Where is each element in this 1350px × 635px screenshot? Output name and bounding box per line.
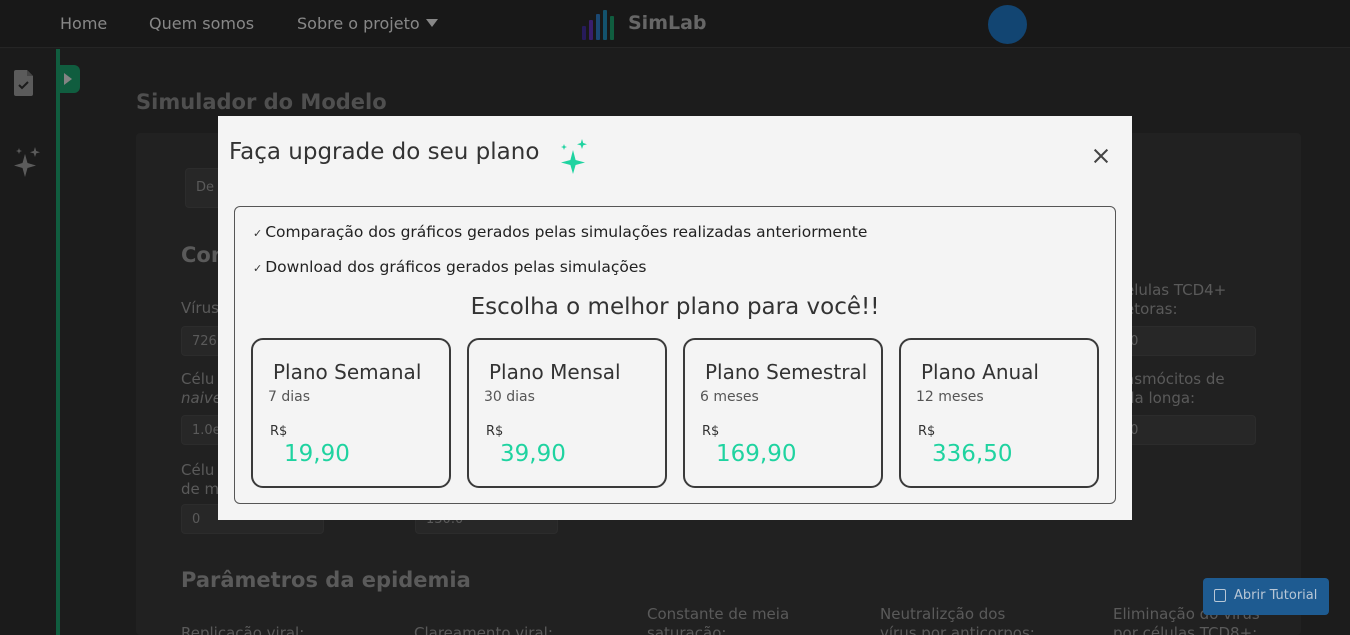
plan-name: Plano Mensal: [489, 360, 621, 384]
feature-item: ✓ Download dos gráficos gerados pelas sim…: [253, 258, 646, 276]
plan-card-weekly[interactable]: Plano Semanal 7 dias R$ 19,90: [251, 338, 451, 488]
plan-name: Plano Semestral: [705, 360, 868, 384]
plan-card-semester[interactable]: Plano Semestral 6 meses R$ 169,90: [683, 338, 883, 488]
feature-text: Download dos gráficos gerados pelas simu…: [265, 258, 647, 276]
plan-currency: R$: [270, 424, 288, 439]
plan-currency: R$: [702, 424, 720, 439]
feature-text: Comparação dos gráficos gerados pelas si…: [265, 223, 868, 241]
plan-duration: 6 meses: [700, 389, 759, 405]
close-icon[interactable]: [1091, 146, 1111, 166]
plan-price: 19,90: [284, 441, 350, 467]
plan-card-monthly[interactable]: Plano Mensal 30 dias R$ 39,90: [467, 338, 667, 488]
check-icon: ✓: [253, 227, 263, 240]
plan-currency: R$: [918, 424, 936, 439]
plan-card-annual[interactable]: Plano Anual 12 meses R$ 336,50: [899, 338, 1099, 488]
feature-item: ✓ Comparação dos gráficos gerados pelas s…: [253, 223, 867, 241]
features-box: ✓ Comparação dos gráficos gerados pelas s…: [234, 206, 1116, 504]
plan-duration: 7 dias: [268, 389, 311, 405]
plan-price: 336,50: [932, 441, 1013, 467]
plan-name: Plano Anual: [921, 360, 1039, 384]
check-icon: ✓: [253, 262, 263, 275]
modal-title: Faça upgrade do seu plano: [229, 139, 540, 165]
tutorial-label: Abrir Tutorial: [1234, 588, 1318, 603]
checklist-icon: [1214, 589, 1226, 602]
choose-plan-heading: Escolha o melhor plano para você!!: [470, 294, 880, 320]
plan-duration: 12 meses: [916, 389, 984, 405]
plan-name: Plano Semanal: [273, 360, 422, 384]
plan-price: 169,90: [716, 441, 797, 467]
open-tutorial-button[interactable]: Abrir Tutorial: [1203, 578, 1329, 615]
sparkle-icon: [561, 139, 587, 174]
plan-duration: 30 dias: [484, 389, 535, 405]
plan-currency: R$: [486, 424, 504, 439]
plan-price: 39,90: [500, 441, 566, 467]
upgrade-modal: Faça upgrade do seu plano ✓ Comparação do…: [218, 116, 1132, 520]
